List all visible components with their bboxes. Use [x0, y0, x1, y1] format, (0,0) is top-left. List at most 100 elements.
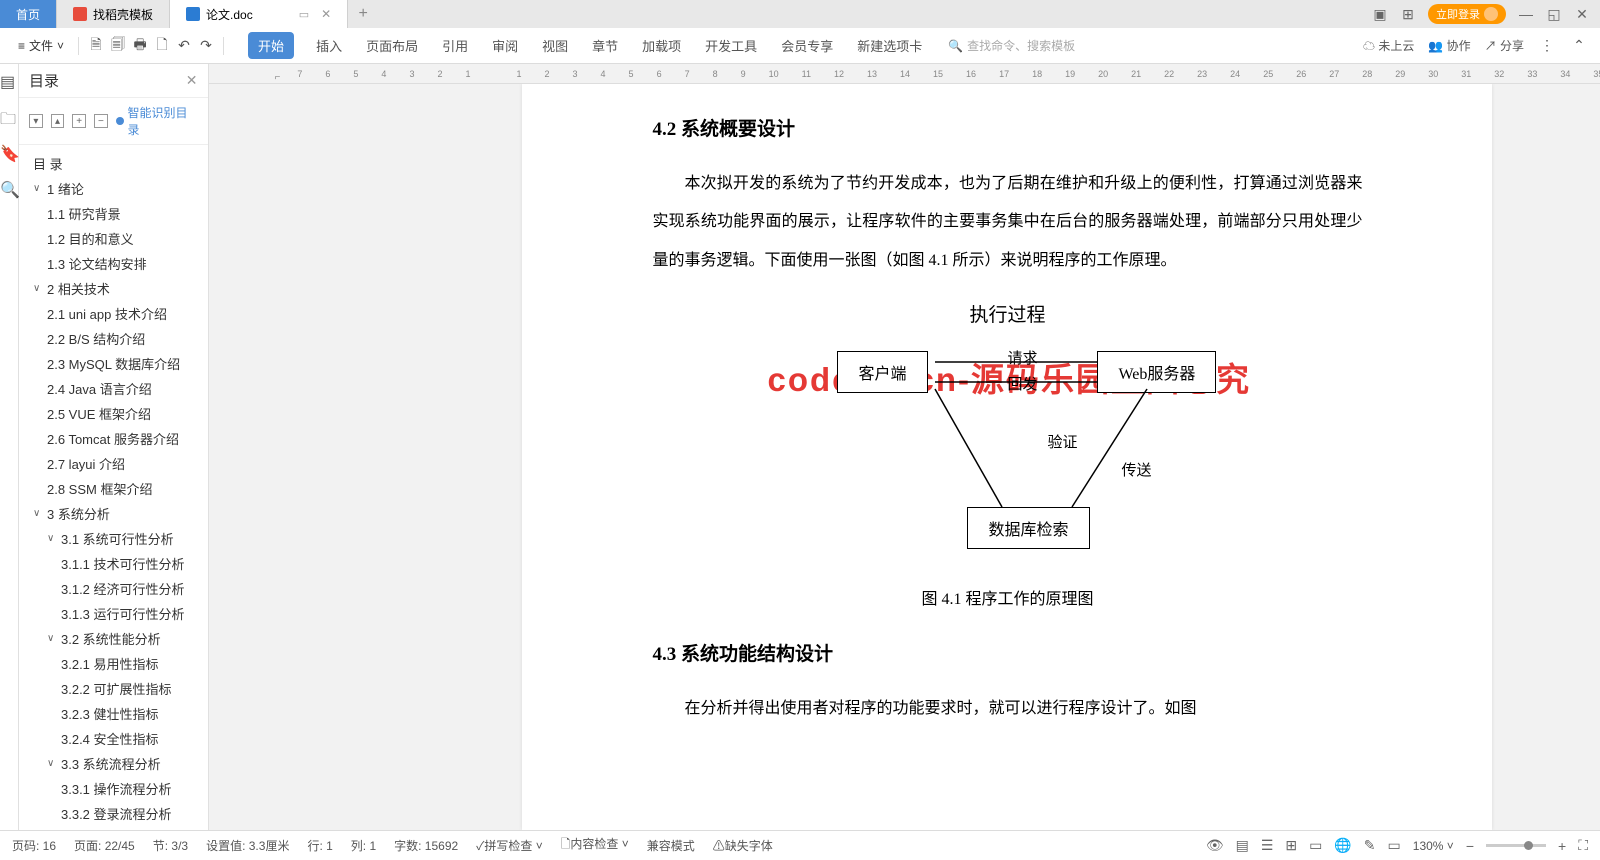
page-scroll[interactable]: 4.2 系统概要设计 本次拟开发的系统为了节约开发成本，也为了后期在维护和升级上… [209, 84, 1600, 830]
toc-item[interactable]: 2.3 MySQL 数据库介绍 [19, 351, 208, 376]
toc-item[interactable]: 3.1.1 技术可行性分析 [19, 551, 208, 576]
toc-item[interactable]: ∨2 相关技术 [19, 276, 208, 301]
sb-spellcheck[interactable]: ✓拼写检查 ˅ [476, 837, 543, 854]
ribbon-chapter[interactable]: 章节 [590, 32, 620, 59]
ribbon-layout[interactable]: 页面布局 [364, 32, 420, 59]
edit-icon[interactable]: ✎ [1364, 837, 1376, 854]
sb-page-num[interactable]: 页码: 16 [12, 837, 56, 854]
globe-icon[interactable]: 🌐 [1334, 837, 1351, 854]
add-icon[interactable]: + [72, 114, 86, 128]
share-button[interactable]: ↗ 分享 [1485, 37, 1524, 54]
toc-item[interactable]: 3.3.1 操作流程分析 [19, 776, 208, 801]
outline-nav-icon[interactable]: ▤ [0, 72, 18, 90]
toc-item[interactable]: 3.1.2 经济可行性分析 [19, 576, 208, 601]
cloud-status[interactable]: ☁ 未上云 [1363, 37, 1414, 54]
layout-icon[interactable]: ▣ [1372, 6, 1388, 22]
toc-item[interactable]: ∨3.1 系统可行性分析 [19, 526, 208, 551]
toc-item[interactable]: ∨3.3 系统流程分析 [19, 751, 208, 776]
ribbon-addin[interactable]: 加载项 [640, 32, 683, 59]
toc-item[interactable]: ∨3.2 系统性能分析 [19, 626, 208, 651]
outline-close-icon[interactable]: ✕ [186, 72, 198, 89]
login-button[interactable]: 立即登录 [1428, 4, 1506, 24]
sb-col[interactable]: 列: 1 [351, 837, 376, 854]
save-icon[interactable]: 🗎 [87, 37, 105, 55]
toc-item[interactable]: 3.1.3 运行可行性分析 [19, 601, 208, 626]
toc-item[interactable]: 2.4 Java 语言介绍 [19, 376, 208, 401]
eye-icon[interactable]: 👁 [1206, 837, 1224, 854]
toc-item[interactable]: 2.6 Tomcat 服务器介绍 [19, 426, 208, 451]
print-icon[interactable]: 🖶 [131, 37, 149, 55]
view-read-icon[interactable]: ▭ [1309, 837, 1322, 854]
zoom-level[interactable]: 130% ˅ [1413, 839, 1454, 853]
undo-icon[interactable]: ↶ [175, 37, 193, 55]
ribbon-review[interactable]: 审阅 [490, 32, 520, 59]
collab-button[interactable]: 👥 协作 [1428, 37, 1470, 54]
sb-words[interactable]: 字数: 15692 [394, 837, 458, 854]
zoom-slider[interactable] [1486, 844, 1546, 847]
ribbon-insert[interactable]: 插入 [314, 32, 344, 59]
toc-item[interactable]: ∨3 系统分析 [19, 501, 208, 526]
sb-section[interactable]: 节: 3/3 [153, 837, 188, 854]
view-web-icon[interactable]: ⊞ [1285, 837, 1297, 854]
ribbon-ref[interactable]: 引用 [440, 32, 470, 59]
toc-item[interactable]: 3.2.1 易用性指标 [19, 651, 208, 676]
toc-item[interactable]: 3.3.3 信息添加流程分析 [19, 826, 208, 830]
tab-home[interactable]: 首页 [0, 0, 57, 28]
save-as-icon[interactable]: 🗐 [109, 37, 127, 55]
toc-item[interactable]: 2.8 SSM 框架介绍 [19, 476, 208, 501]
redo-icon[interactable]: ↷ [197, 37, 215, 55]
sb-missing-font[interactable]: ⚠缺失字体 [713, 837, 773, 854]
tab-minimize-icon[interactable]: ▭ [299, 8, 309, 21]
toc-item[interactable]: 2.1 uni app 技术介绍 [19, 301, 208, 326]
search-nav-icon[interactable]: 🔍 [0, 180, 18, 198]
preview-icon[interactable]: 🗋 [153, 37, 171, 55]
sb-pages[interactable]: 页面: 22/45 [74, 837, 135, 854]
view-page-icon[interactable]: ▤ [1236, 837, 1249, 854]
toc-item[interactable]: 2.7 layui 介绍 [19, 451, 208, 476]
toc-item[interactable]: 3.2.3 健壮性指标 [19, 701, 208, 726]
collapse-all-icon[interactable]: ▴ [51, 114, 65, 128]
toc-item[interactable]: 2.5 VUE 框架介绍 [19, 401, 208, 426]
new-tab-button[interactable]: + [348, 0, 378, 28]
ribbon-view[interactable]: 视图 [540, 32, 570, 59]
window-maximize-icon[interactable]: ◱ [1546, 6, 1562, 22]
tab-templates[interactable]: 找稻壳模板 [57, 0, 170, 28]
tab-document[interactable]: 论文.doc▭✕ [170, 0, 348, 28]
smart-outline[interactable]: 智能识别目录 [116, 104, 198, 138]
toc-item[interactable]: 2.2 B/S 结构介绍 [19, 326, 208, 351]
expand-all-icon[interactable]: ▾ [29, 114, 43, 128]
sb-content-check[interactable]: 🗋内容检查 ˅ [561, 835, 629, 856]
ribbon-member[interactable]: 会员专享 [779, 32, 835, 59]
view-outline-icon[interactable]: ☰ [1261, 837, 1274, 854]
sb-compat[interactable]: 兼容模式 [647, 837, 695, 854]
search-command[interactable]: 🔍 查找命令、搜索模板 [948, 37, 1075, 54]
folder-icon[interactable]: 🗀 [0, 108, 18, 126]
window-close-icon[interactable]: ✕ [1574, 6, 1590, 22]
sb-row[interactable]: 行: 1 [307, 837, 332, 854]
toc-item[interactable]: 1.3 论文结构安排 [19, 251, 208, 276]
zoom-in-icon[interactable]: + [1558, 838, 1566, 854]
toc-item[interactable]: 3.3.2 登录流程分析 [19, 801, 208, 826]
file-menu[interactable]: ≡ 文件 ˅ [12, 37, 70, 54]
ribbon-start[interactable]: 开始 [248, 32, 294, 59]
zoom-out-icon[interactable]: − [1466, 838, 1474, 854]
ruler[interactable]: ⌐765432112345678910111213141516171819202… [209, 64, 1600, 84]
toc-item[interactable]: 1.2 目的和意义 [19, 226, 208, 251]
apps-icon[interactable]: ⊞ [1400, 6, 1416, 22]
remove-icon[interactable]: − [94, 114, 108, 128]
ribbon-newtab[interactable]: 新建选项卡 [855, 32, 924, 59]
toc-item[interactable]: ∨1 绪论 [19, 176, 208, 201]
rect-icon[interactable]: ▭ [1388, 837, 1401, 854]
collapse-ribbon-icon[interactable]: ⌃ [1570, 37, 1588, 55]
sb-setting[interactable]: 设置值: 3.3厘米 [206, 837, 289, 854]
bookmark-icon[interactable]: 🔖 [0, 144, 18, 162]
toc-item[interactable]: 目 录 [19, 151, 208, 176]
toc-item[interactable]: 3.2.2 可扩展性指标 [19, 676, 208, 701]
more-icon[interactable]: ⋮ [1538, 37, 1556, 55]
tab-close-icon[interactable]: ✕ [321, 7, 331, 21]
toc-item[interactable]: 1.1 研究背景 [19, 201, 208, 226]
fullscreen-icon[interactable]: ⛶ [1578, 837, 1588, 854]
toc-item[interactable]: 3.2.4 安全性指标 [19, 726, 208, 751]
window-minimize-icon[interactable]: — [1518, 6, 1534, 22]
ribbon-dev[interactable]: 开发工具 [703, 32, 759, 59]
